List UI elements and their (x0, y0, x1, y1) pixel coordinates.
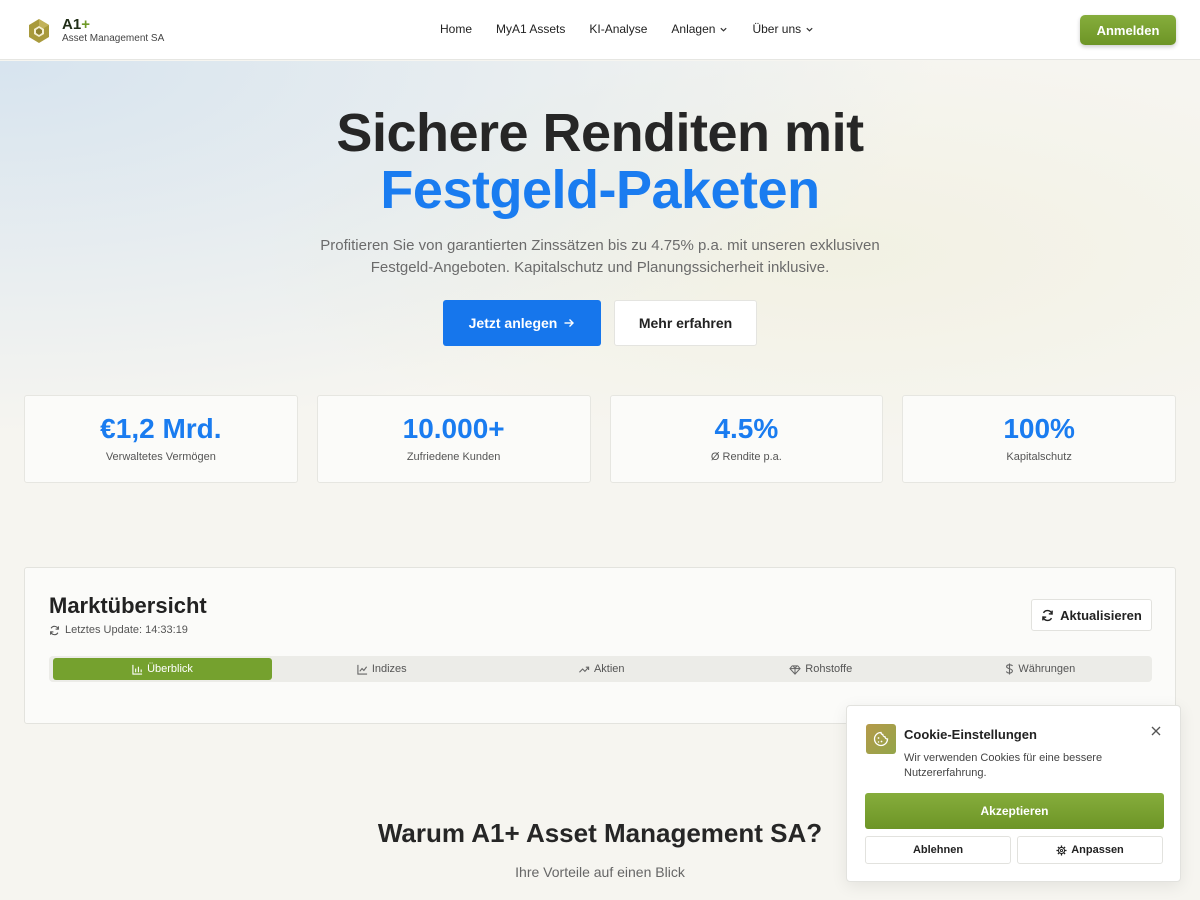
market-title: Marktübersicht (49, 593, 207, 618)
stat-value: 10.000+ (402, 413, 505, 444)
stat-label: Verwaltetes Vermögen (105, 451, 216, 463)
main-nav: Home MyA1 Assets KI-Analyse Anlagen Über… (440, 22, 814, 36)
nav-mya1-assets[interactable]: MyA1 Assets (496, 22, 565, 36)
market-tabs: Überblick Indizes Aktien Rohstoffe Währu… (49, 656, 1152, 682)
stat-card-capital-protection: 100% Kapitalschutz (902, 395, 1176, 483)
nav-label: Über uns (752, 22, 802, 36)
trending-up-icon (578, 666, 590, 673)
refresh-button[interactable]: Aktualisieren (1031, 599, 1152, 631)
hero-title-line1: Sichere Renditen mit (336, 103, 864, 163)
stat-label: Zufriedene Kunden (406, 451, 501, 463)
invest-now-button[interactable]: Jetzt anlegen (443, 300, 601, 346)
nav-label: KI-Analyse (589, 22, 648, 36)
stat-value: €1,2 Mrd. (100, 413, 222, 444)
chevron-down-icon (720, 27, 728, 32)
tab-overview[interactable]: Überblick (53, 658, 272, 680)
stat-card-return: 4.5% Ø Rendite p.a. (609, 395, 884, 483)
tab-currencies[interactable]: Währungen (931, 658, 1151, 680)
customize-label: Anpassen (1071, 844, 1124, 856)
stats-row: €1,2 Mrd. Verwaltetes Vermögen 10.000+ Z… (24, 395, 1176, 483)
dollar-icon (1006, 663, 1014, 675)
nav-anlagen[interactable]: Anlagen (671, 22, 728, 36)
cookie-banner: Cookie-Einstellungen Wir verwenden Cooki… (846, 705, 1181, 882)
tab-commodities[interactable]: Rohstoffe (711, 658, 931, 680)
tab-indices[interactable]: Indizes (272, 658, 492, 680)
brand-subtitle: Asset Management SA (62, 33, 165, 44)
arrow-right-icon (564, 319, 575, 327)
refresh-icon (50, 625, 59, 635)
last-update-text: Letztes Update: 14:33:19 (65, 624, 188, 636)
decline-cookies-button[interactable]: Ablehnen (865, 836, 1011, 864)
line-chart-icon (357, 664, 367, 675)
bar-chart-icon (132, 664, 143, 675)
hexagon-logo-icon (29, 18, 49, 43)
cookie-title: Cookie-Einstellungen (904, 727, 1037, 742)
refresh-icon (1042, 609, 1054, 621)
tab-stocks[interactable]: Aktien (492, 658, 712, 680)
brand-name: A1 (62, 16, 82, 33)
top-navbar: A1+ Asset Management SA Home MyA1 Assets… (0, 0, 1200, 60)
hero-subtitle: Profitieren Sie von garantierten Zinssät… (320, 237, 880, 276)
stat-label: Kapitalschutz (1006, 451, 1072, 463)
brand-plus: + (81, 16, 90, 33)
stat-value: 100% (1003, 413, 1075, 444)
market-overview-card: Marktübersicht Letztes Update: 14:33:19 … (24, 567, 1176, 724)
refresh-label: Aktualisieren (1060, 607, 1142, 623)
last-update: Letztes Update: 14:33:19 (49, 624, 188, 636)
nav-label: MyA1 Assets (496, 22, 566, 36)
stat-value: 4.5% (714, 413, 779, 444)
nav-ki-analyse[interactable]: KI-Analyse (589, 22, 647, 36)
nav-ueber-uns[interactable]: Über uns (752, 22, 814, 36)
accept-cookies-button[interactable]: Akzeptieren (865, 793, 1164, 829)
cookie-icon-wrapper (866, 724, 896, 754)
cookie-text: Wir verwenden Cookies für eine bessere N… (904, 752, 1103, 779)
nav-label: Anlagen (671, 22, 716, 36)
close-icon[interactable] (1149, 724, 1163, 738)
gem-icon (789, 664, 802, 675)
gear-icon (1056, 844, 1067, 856)
tab-label: Indizes (371, 663, 407, 675)
tab-label: Währungen (1018, 663, 1076, 675)
login-button[interactable]: Anmelden (1080, 15, 1176, 45)
chevron-down-icon (806, 27, 813, 32)
tab-label: Rohstoffe (805, 663, 853, 675)
invest-now-label: Jetzt anlegen (468, 315, 558, 331)
tab-label: Aktien (593, 663, 625, 675)
hero-title-line2: Festgeld-Paketen (380, 160, 820, 220)
nav-label: Home (440, 22, 473, 36)
stat-label: Ø Rendite p.a. (710, 451, 782, 463)
nav-home[interactable]: Home (440, 22, 472, 36)
tab-label: Überblick (147, 663, 193, 675)
cookie-icon (873, 731, 889, 747)
brand-logo[interactable]: A1+ Asset Management SA (28, 17, 164, 44)
stat-card-aum: €1,2 Mrd. Verwaltetes Vermögen (24, 395, 298, 483)
customize-cookies-button[interactable]: Anpassen (1017, 836, 1163, 864)
stat-card-customers: 10.000+ Zufriedene Kunden (316, 395, 591, 483)
learn-more-button[interactable]: Mehr erfahren (614, 300, 757, 346)
